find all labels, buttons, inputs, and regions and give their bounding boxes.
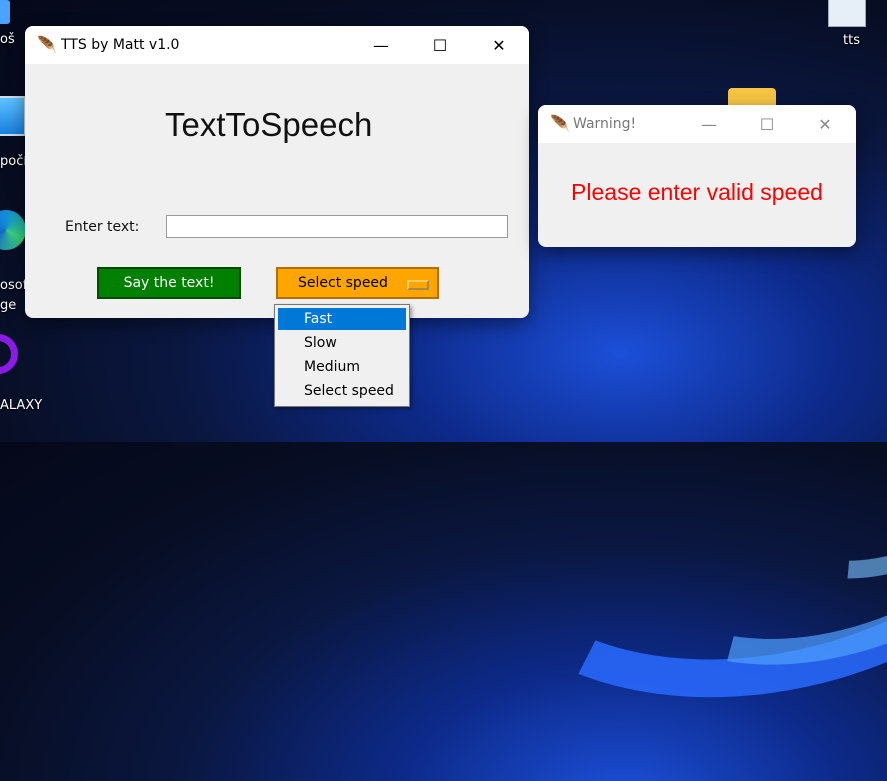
warning-title: Warning! [573,116,637,132]
titlebar[interactable]: 🪶 TTS by Matt v1.0 — ☐ ✕ [25,26,529,64]
maximize-button[interactable]: ☐ [417,26,463,64]
menu-item-medium[interactable]: Medium [278,356,406,378]
desktop-icon-label: počí [0,154,27,169]
desktop-icon-label: ALAXY [0,398,43,413]
main-window: 🪶 TTS by Matt v1.0 — ☐ ✕ TextToSpeech En… [25,26,529,318]
computer-icon[interactable] [0,96,26,136]
say-text-button[interactable]: Say the text! [97,267,241,299]
menu-item-slow[interactable]: Slow [278,332,406,354]
warning-window: 🪶 Warning! — ☐ ✕ Please enter valid spee… [538,105,856,247]
close-button[interactable]: ✕ [802,105,848,143]
minimize-button[interactable]: — [358,26,404,64]
feather-icon: 🪶 [37,35,57,54]
dropdown-indicator-icon [407,280,429,290]
close-button[interactable]: ✕ [476,26,522,64]
feather-icon: 🪶 [550,114,570,133]
circle-app-icon[interactable] [0,334,18,374]
speed-select-label: Select speed [298,275,388,291]
minimize-button[interactable]: — [686,105,732,143]
speed-select[interactable]: Select speed [276,267,439,299]
menu-item-fast[interactable]: Fast [278,308,406,330]
file-icon[interactable] [828,0,866,27]
page-title: TextToSpeech [165,106,373,143]
desktop-icon-folder[interactable] [0,0,10,24]
text-input[interactable] [166,215,508,238]
menu-item-select-speed[interactable]: Select speed [278,380,406,402]
desktop-icon-label: tts [843,33,860,48]
desktop-icon-label: oš [0,32,15,47]
warning-message: Please enter valid speed [571,179,823,205]
warning-titlebar[interactable]: 🪶 Warning! — ☐ ✕ [538,105,856,143]
maximize-button[interactable]: ☐ [744,105,790,143]
speed-dropdown-menu: Fast Slow Medium Select speed [274,304,410,407]
text-label: Enter text: [65,219,140,235]
window-title: TTS by Matt v1.0 [61,37,180,53]
edge-icon[interactable] [0,210,26,250]
